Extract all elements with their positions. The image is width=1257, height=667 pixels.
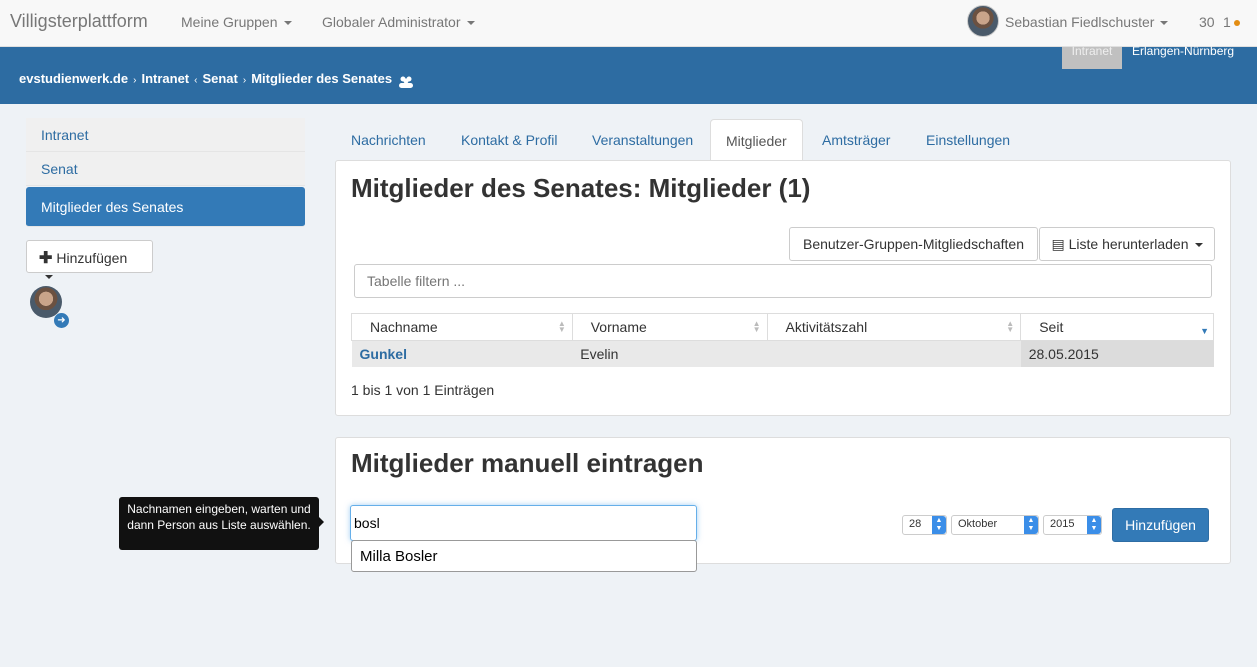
cell-activity — [767, 340, 1021, 367]
notification-dot-icon — [1233, 20, 1240, 27]
sort-icon: ▲ ▼ — [752, 319, 761, 334]
breadcrumb-item[interactable]: Senat — [202, 71, 237, 86]
day-value: 28 — [909, 518, 922, 530]
caret-down-icon — [1194, 243, 1203, 248]
breadcrumb: evstudienwerk.de › Intranet ‹ Senat › Mitglied… — [19, 71, 392, 86]
sidebar-item-senat[interactable]: Senat — [26, 152, 305, 186]
manual-add-title: Mitglieder manuell eintragen — [351, 448, 704, 478]
select-arrows-icon: ▲ ▼ — [932, 516, 946, 534]
group-icon — [398, 75, 414, 89]
column-header-seit[interactable]: Seit ▼ — [1020, 313, 1214, 341]
tooltip: Nachnamen eingeben, warten und dann Pers… — [119, 497, 319, 550]
menu-label: Meine Gruppen — [181, 14, 278, 30]
notification-count: 1 — [1223, 14, 1231, 30]
column-label: Aktivitätszahl — [785, 319, 868, 335]
download-label: Liste herunterladen — [1068, 236, 1189, 252]
column-label: Vorname — [590, 319, 647, 335]
sort-icon: ▲ ▼ — [557, 319, 566, 334]
members-title: Mitglieder des Senates: Mitglieder (1) — [351, 173, 811, 203]
select-arrows-icon: ▲ ▼ — [1087, 516, 1101, 534]
add-dropdown-button[interactable]: ✚ Hinzufügen — [26, 240, 153, 280]
breadcrumb-item[interactable]: Intranet — [141, 71, 189, 86]
column-header-nachname[interactable]: Nachname ▲ ▼ — [351, 313, 573, 341]
top-navbar: Villigsterplattform Meine Gruppen Global… — [0, 0, 1257, 47]
column-header-vorname[interactable]: Vorname ▲ ▼ — [571, 313, 768, 341]
notifications-badge[interactable]: 1 — [1223, 14, 1240, 30]
year-value: 2015 — [1050, 518, 1075, 530]
sidebar-item-intranet[interactable]: Intranet — [26, 118, 305, 152]
column-label: Seit — [1039, 319, 1064, 335]
sort-icon: ▲ ▼ — [1006, 319, 1015, 334]
region-label[interactable]: Erlangen-Nürnberg — [1132, 44, 1234, 58]
sidebar-item-mitglieder[interactable]: Mitglieder des Senates — [26, 187, 305, 227]
breadcrumb-item[interactable]: Mitglieder des Senates — [251, 71, 392, 86]
column-label: Nachname — [370, 319, 438, 335]
tab-amtstraeger[interactable]: Amtsträger — [822, 124, 890, 161]
tab-mitglieder[interactable]: Mitglieder — [710, 119, 803, 161]
brand-link[interactable]: Villigsterplattform — [10, 11, 148, 32]
month-value: Oktober — [958, 518, 998, 530]
cell-first-name: Evelin — [572, 340, 767, 367]
member-link[interactable]: Gunkel — [360, 346, 407, 362]
caret-down-icon — [45, 275, 53, 280]
column-header-aktivitaetszahl[interactable]: Aktivitätszahl ▲ ▼ — [766, 313, 1022, 341]
breadcrumb-separator-icon: › — [242, 75, 247, 86]
tab-einstellungen[interactable]: Einstellungen — [926, 124, 1010, 161]
breadcrumb-separator-icon: ‹ — [194, 75, 198, 86]
tab-veranstaltungen[interactable]: Veranstaltungen — [592, 124, 693, 161]
caret-down-icon — [283, 21, 292, 26]
table-row: Gunkel Evelin 28.05.2015 — [351, 340, 1214, 367]
tab-kontakt-profil[interactable]: Kontakt & Profil — [461, 124, 558, 161]
year-select[interactable]: 2015 ▲ ▼ — [1043, 515, 1102, 535]
add-label: Hinzufügen — [56, 250, 128, 266]
count-badge[interactable]: 30 — [1199, 14, 1215, 30]
download-list-button[interactable]: ▤ Liste herunterladen — [1039, 227, 1215, 261]
select-arrows-icon: ▲ ▼ — [1024, 516, 1038, 534]
list-icon: ▤ — [1051, 236, 1065, 252]
tooltip-arrow-icon — [319, 517, 324, 527]
tab-nachrichten[interactable]: Nachrichten — [351, 124, 426, 161]
month-select[interactable]: Oktober ▲ ▼ — [951, 515, 1039, 535]
autocomplete-suggestion[interactable]: Milla Bosler — [351, 540, 697, 572]
submit-add-button[interactable]: Hinzufügen — [1112, 508, 1209, 542]
plus-icon: ✚ — [39, 250, 53, 267]
sort-desc-icon: ▼ — [1200, 326, 1209, 336]
arrow-right-icon[interactable]: ➜ — [54, 313, 69, 328]
menu-label: Globaler Administrator — [322, 14, 461, 30]
caret-down-icon — [466, 21, 475, 26]
table-filter-input[interactable] — [354, 264, 1212, 298]
cell-last-name[interactable]: Gunkel — [351, 340, 573, 367]
memberships-button[interactable]: Benutzer-Gruppen-Mitgliedschaften — [789, 227, 1038, 261]
region-chip[interactable]: Intranet — [1062, 45, 1122, 69]
user-avatar[interactable] — [967, 5, 999, 37]
user-name: Sebastian Fiedlschuster — [1005, 14, 1155, 30]
breadcrumb-separator-icon: › — [133, 75, 137, 86]
caret-down-icon — [1160, 21, 1169, 26]
members-table: Nachname ▲ ▼ Vorname ▲ ▼ Aktivitätszahl ▲ ▼ Se… — [351, 313, 1214, 367]
cell-since: 28.05.2015 — [1020, 340, 1214, 367]
last-name-search-input[interactable] — [350, 505, 697, 541]
menu-meine-gruppen[interactable]: Meine Gruppen — [181, 14, 292, 30]
user-menu[interactable]: Sebastian Fiedlschuster — [1005, 14, 1169, 30]
day-select[interactable]: 28 ▲ ▼ — [902, 515, 947, 535]
breadcrumb-item[interactable]: evstudienwerk.de — [19, 71, 128, 86]
table-info: 1 bis 1 von 1 Einträgen — [351, 382, 495, 398]
menu-global-admin[interactable]: Globaler Administrator — [322, 14, 475, 30]
